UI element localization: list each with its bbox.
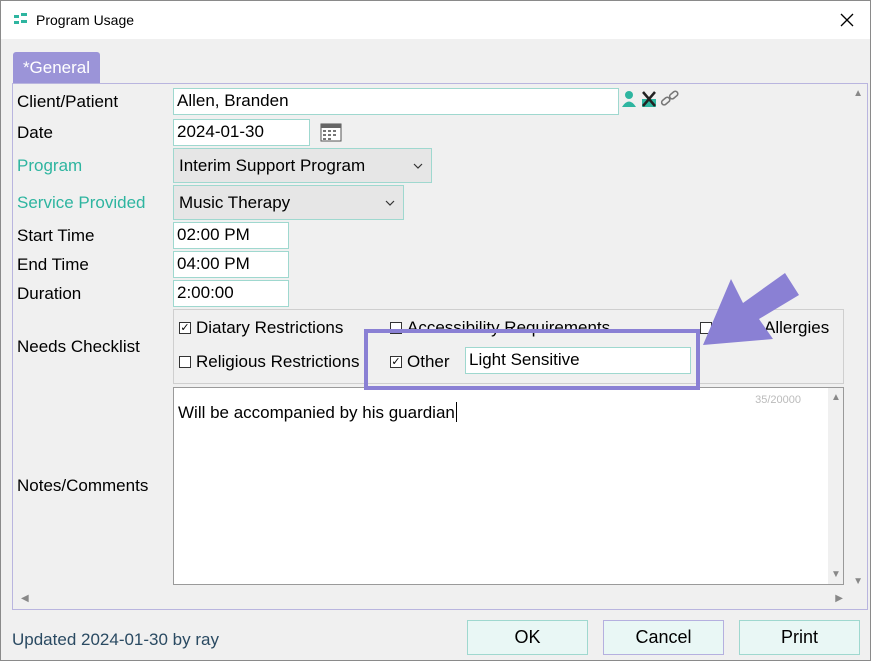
program-label: Program <box>17 156 83 175</box>
notes-label: Notes/Comments <box>17 476 149 495</box>
check-icon: ✓ <box>179 322 191 334</box>
duration-label: Duration <box>17 284 82 303</box>
scroll-up-icon[interactable]: ▲ <box>853 88 863 99</box>
chevron-down-icon <box>413 163 423 169</box>
program-select[interactable]: Interim Support Program <box>173 148 432 183</box>
scroll-down-icon[interactable]: ▼ <box>831 569 841 580</box>
service-select[interactable]: Music Therapy <box>173 185 404 220</box>
scroll-down-icon[interactable]: ▼ <box>853 576 863 587</box>
arrow-annotation <box>703 273 799 345</box>
start-time-field[interactable]: 02:00 PM <box>173 222 289 249</box>
checkbox-diatary-restrictions[interactable]: ✓ Diatary Restrictions <box>179 318 343 338</box>
char-counter: 35/20000 <box>755 394 801 406</box>
date-field[interactable]: 2024-01-30 <box>173 119 310 146</box>
notes-text: Will be accompanied by his guardian <box>178 402 457 422</box>
checkbox-box <box>179 356 191 368</box>
needs-checklist-label: Needs Checklist <box>17 337 140 356</box>
client-field[interactable]: Allen, Branden <box>173 88 619 115</box>
updated-status: Updated 2024-01-30 by ray <box>12 630 219 649</box>
title-bar: Program Usage <box>1 1 870 39</box>
close-button[interactable] <box>824 1 870 39</box>
start-time-label: Start Time <box>17 226 95 245</box>
tab-general[interactable]: *General <box>13 52 100 84</box>
client-label: Client/Patient <box>17 92 119 111</box>
notes-scrollbar[interactable]: ▲ ▼ <box>828 388 843 584</box>
scroll-right-icon[interactable]: ▶ <box>835 593 843 604</box>
scroll-up-icon[interactable]: ▲ <box>831 392 841 403</box>
clear-x-icon[interactable] <box>640 90 658 108</box>
app-icon <box>14 13 27 24</box>
duration-field[interactable]: 2:00:00 <box>173 280 289 307</box>
person-icon[interactable] <box>620 90 638 108</box>
program-value: Interim Support Program <box>179 155 366 175</box>
date-label: Date <box>17 123 53 142</box>
ok-button[interactable]: OK <box>467 620 588 655</box>
cancel-button[interactable]: Cancel <box>603 620 724 655</box>
checkbox-label: Diatary Restrictions <box>196 318 344 337</box>
end-time-field[interactable]: 04:00 PM <box>173 251 289 278</box>
highlight-box <box>364 329 700 390</box>
chevron-down-icon <box>385 200 395 206</box>
notes-textarea[interactable]: Will be accompanied by his guardian 35/2… <box>173 387 844 585</box>
print-button[interactable]: Print <box>739 620 860 655</box>
end-time-label: End Time <box>17 255 89 274</box>
close-icon <box>840 13 854 27</box>
program-usage-window: Program Usage *General ▲ ▼ ◀ ▶ Client/Pa… <box>0 0 871 661</box>
link-icon[interactable] <box>660 90 680 108</box>
scroll-left-icon[interactable]: ◀ <box>21 593 29 604</box>
checkbox-religious-restrictions[interactable]: Religious Restrictions <box>179 352 359 372</box>
calendar-icon[interactable] <box>320 122 342 142</box>
service-value: Music Therapy <box>179 192 291 212</box>
window-title: Program Usage <box>36 12 135 28</box>
checkbox-label: Religious Restrictions <box>196 352 360 371</box>
service-label: Service Provided <box>17 193 146 212</box>
